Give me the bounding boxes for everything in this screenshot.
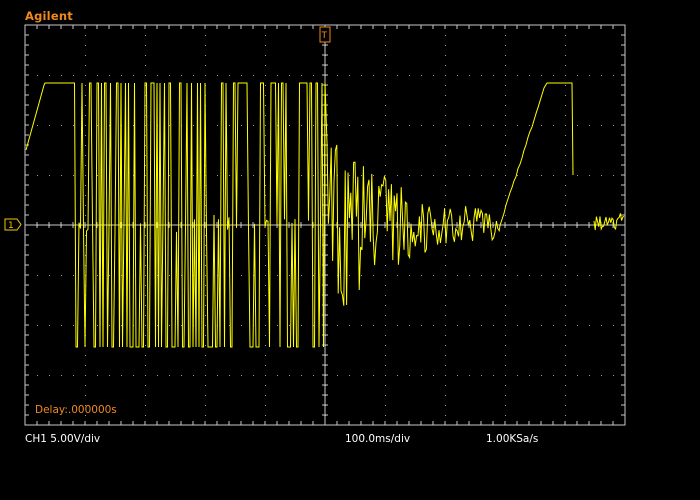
brand-logo: Agilent — [25, 9, 73, 23]
delay-readout: Delay:.000000s — [35, 404, 117, 416]
trigger-position-marker-label: T — [321, 31, 328, 41]
ch1-ground-marker-icon[interactable]: 1 — [4, 218, 22, 231]
timebase-readout[interactable]: 100.0ms/div — [345, 433, 410, 445]
ch1-ground-marker-label: 1 — [8, 221, 14, 231]
ch1-waveform-trace — [25, 82, 574, 348]
ch1-scale-readout[interactable]: CH1 5.00V/div — [25, 433, 100, 445]
ch1-waveform-tail — [593, 213, 625, 231]
oscilloscope-screen: 1 T — [4, 24, 626, 426]
sample-rate-readout: 1.00KSa/s — [486, 433, 539, 445]
trigger-position-marker-icon[interactable]: T — [319, 26, 331, 43]
